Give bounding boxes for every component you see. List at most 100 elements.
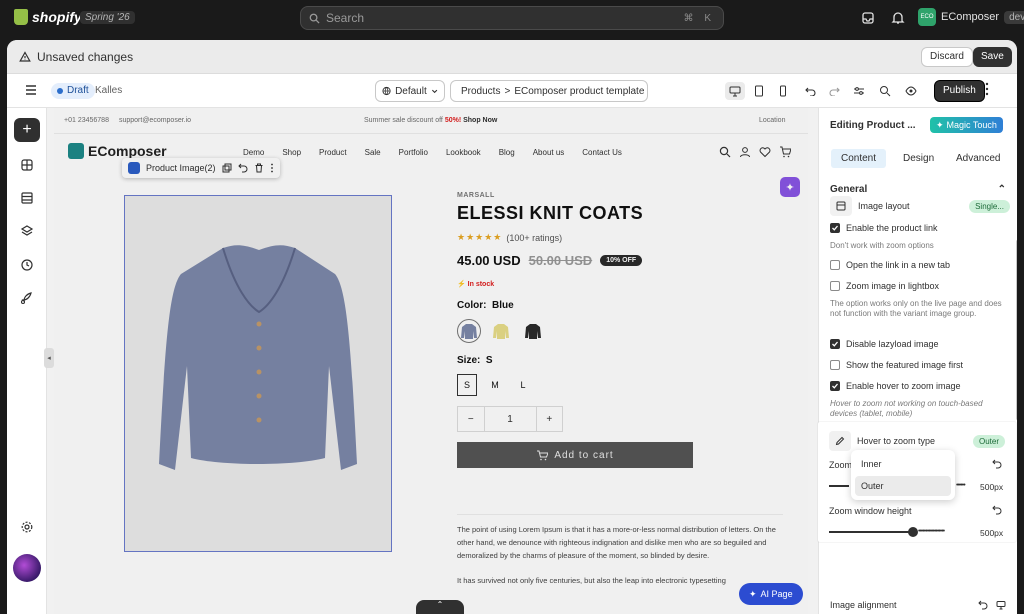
store-switcher[interactable]: ECO EComposer dev [918,8,1024,26]
add-element-button[interactable]: + [14,118,40,142]
menu-item[interactable]: Contact Us [582,148,622,157]
settings-sliders-button[interactable] [849,82,869,100]
ai-page-button[interactable]: ✦ AI Page [739,583,803,605]
mobile-view-button[interactable] [773,82,793,100]
qty-value[interactable]: 1 [483,407,537,431]
tablet-view-button[interactable] [749,82,769,100]
section-general[interactable]: General ⌃ [830,184,1006,195]
menu-icon[interactable] [25,85,37,95]
announcement-cta[interactable]: Shop Now [463,117,497,124]
preview-button[interactable] [901,82,921,100]
size-option[interactable]: L [513,374,533,396]
swatch-yellow[interactable] [489,319,513,343]
reset-icon[interactable] [992,505,1002,515]
undo-button[interactable] [800,82,820,100]
shopify-logo[interactable]: shopify [14,9,82,25]
heart-icon[interactable] [759,146,771,158]
lazyload-checkbox[interactable] [830,339,840,349]
qty-plus-button[interactable]: + [537,407,563,431]
redo-button[interactable] [824,82,844,100]
user-avatar[interactable] [13,554,41,582]
inbox-icon[interactable] [860,10,876,26]
product-vendor: MARSALL [457,192,495,199]
global-search[interactable]: Search ⌘ K [300,6,724,30]
locale-select[interactable]: Default [375,80,445,102]
menu-item[interactable]: Sale [365,148,381,157]
element-toolbar-label[interactable]: Product Image(2) [146,163,216,173]
zoom-height-slider[interactable] [829,531,913,533]
store-brand[interactable]: EComposer [68,143,167,159]
template-select[interactable]: Products > EComposer product template [450,80,648,102]
enable-link-row[interactable]: Enable the product link [830,223,1010,233]
lazyload-row[interactable]: Disable lazyload image [830,339,1010,349]
new-tab-row[interactable]: Open the link in a new tab [830,260,1010,270]
account-icon[interactable] [739,146,751,158]
add-to-cart-button[interactable]: Add to cart [457,442,693,468]
sections-icon[interactable] [20,158,34,172]
product-image-frame[interactable] [124,195,392,552]
menu-item[interactable]: Portfolio [399,148,428,157]
drag-handle-icon[interactable] [270,163,274,173]
menu-item[interactable]: Demo [243,148,264,157]
inspect-button[interactable] [875,82,895,100]
dropdown-option-outer[interactable]: Outer [855,476,951,496]
gear-icon[interactable] [20,520,34,534]
undo-icon[interactable] [237,163,248,173]
save-button[interactable]: Save [973,47,1012,67]
tab-advanced[interactable]: Advanced [956,153,1000,164]
panel-scrollbar[interactable] [1016,240,1017,420]
hover-zoom-checkbox[interactable] [830,381,840,391]
tab-design[interactable]: Design [903,153,934,164]
zoom-height-value[interactable]: 500px [980,528,1003,538]
responsive-icon[interactable] [996,600,1006,610]
image-layout-row[interactable]: Image layout Single... [830,196,1010,216]
rating-stars-icon: ★★★★★ [457,232,503,242]
image-alignment-row[interactable]: Image alignment [830,600,1006,610]
new-tab-checkbox[interactable] [830,260,840,270]
featured-row[interactable]: Show the featured image first [830,360,1010,370]
reset-icon[interactable] [992,459,1002,469]
zoom-width-value[interactable]: 500px [980,482,1003,492]
magic-touch-button[interactable]: ✦ Magic Touch [930,117,1003,133]
zoom-type-row[interactable]: Hover to zoom type Outer [829,431,1005,451]
menu-item[interactable]: Product [319,148,347,157]
search-icon[interactable] [719,146,731,158]
swatch-black[interactable] [521,319,545,343]
reset-icon[interactable] [978,600,988,610]
collapse-rail-handle[interactable]: ◂ [44,348,54,368]
layers-icon[interactable] [20,224,34,238]
lightbox-checkbox[interactable] [830,281,840,291]
desktop-view-button[interactable] [725,82,745,100]
more-options-icon[interactable] [985,82,989,96]
zoom-width-slider[interactable] [829,485,849,487]
discard-button[interactable]: Discard [921,47,973,67]
publish-button[interactable]: Publish [934,80,985,102]
enable-link-checkbox[interactable] [830,223,840,233]
rocket-icon[interactable] [20,291,34,305]
history-icon[interactable] [20,258,34,272]
size-option[interactable]: S [457,374,477,396]
trash-icon[interactable] [254,163,264,173]
bell-icon[interactable] [890,10,906,26]
add-to-cart-label: Add to cart [554,449,614,461]
qty-minus-button[interactable]: − [458,407,484,431]
dropdown-option-inner[interactable]: Inner [855,454,951,474]
duplicate-icon[interactable] [222,163,232,173]
layers-stack-icon[interactable] [20,191,34,205]
image-layout-value[interactable]: Single... [969,199,1010,213]
zoom-height-slider-knob[interactable] [908,527,918,537]
zoom-type-value[interactable]: Outer [972,434,1005,448]
page-canvas[interactable]: +01 23456788 support@ecomposer.io Summer… [54,108,808,614]
cart-icon[interactable] [779,146,791,158]
bottom-drawer-handle[interactable]: ⌃ [416,600,464,614]
menu-item[interactable]: Blog [499,148,515,157]
size-option[interactable]: M [485,374,505,396]
tab-content[interactable]: Content [831,148,887,168]
hover-zoom-row[interactable]: Enable hover to zoom image [830,381,1010,391]
lightbox-row[interactable]: Zoom image in lightbox [830,281,1010,291]
menu-item[interactable]: Shop [282,148,301,157]
featured-checkbox[interactable] [830,360,840,370]
menu-item[interactable]: About us [533,148,565,157]
menu-item[interactable]: Lookbook [446,148,481,157]
swatch-blue[interactable] [457,319,481,343]
